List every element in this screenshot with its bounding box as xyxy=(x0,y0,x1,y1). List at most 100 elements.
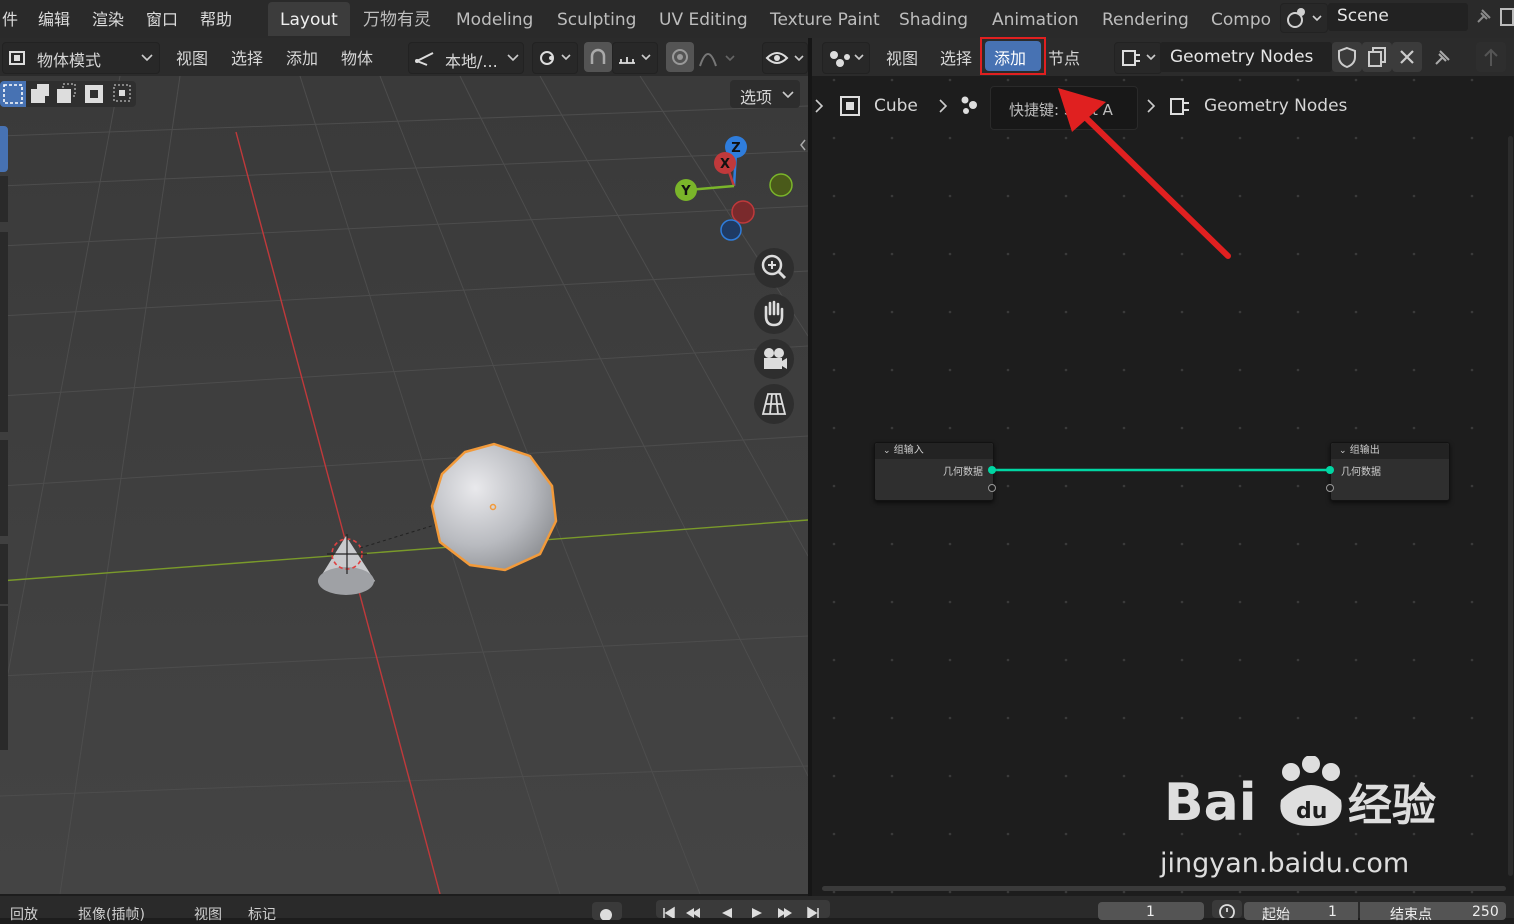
socket-label: 几何数据 xyxy=(1341,467,1381,478)
horizontal-scrollbar[interactable] xyxy=(822,886,1506,891)
select-new-icon xyxy=(3,84,23,104)
keying-menu[interactable]: 抠像(插帧) xyxy=(78,904,145,924)
fake-user-button[interactable] xyxy=(1332,42,1362,72)
tab-animation[interactable]: Animation xyxy=(980,2,1091,36)
snap-target-dropdown[interactable] xyxy=(612,42,658,74)
duplicate-button[interactable] xyxy=(1362,42,1392,72)
timeline-header: 回放 抠像(插帧) 视图 标记 1 起始 1 结束点 250 xyxy=(0,896,1514,923)
svg-text:经验: 经验 xyxy=(1348,780,1436,831)
node-title: 组输出 xyxy=(1349,445,1380,456)
select-new-button[interactable] xyxy=(0,81,26,107)
navigation-gizmo[interactable]: Z X Y xyxy=(668,132,798,244)
toolbar-slot[interactable] xyxy=(0,232,8,432)
collapse-chevron-icon[interactable]: ⌄ xyxy=(1339,446,1347,456)
node-editor[interactable]: Cube 快捷键: Shift A Geometry Nodes ⌄ 组输入 几… xyxy=(812,76,1514,894)
playback-controls[interactable] xyxy=(656,900,830,920)
options-dropdown[interactable]: 选项 xyxy=(730,80,800,108)
scene-name-field[interactable]: Scene xyxy=(1328,3,1468,31)
visibility-dropdown[interactable] xyxy=(762,42,808,74)
snap-toggle[interactable] xyxy=(584,42,612,72)
viewport-menu-view[interactable]: 视图 xyxy=(176,45,208,69)
node-menu-view[interactable]: 视图 xyxy=(886,45,918,69)
playback-menu[interactable]: 回放 xyxy=(10,904,38,924)
tab-texture-paint[interactable]: Texture Paint xyxy=(758,2,892,36)
timeline-view-menu[interactable]: 视图 xyxy=(194,904,222,924)
proportional-edit-icon xyxy=(672,49,688,65)
geometry-output-socket[interactable] xyxy=(988,466,996,474)
zoom-icon xyxy=(761,254,787,280)
unlink-button[interactable] xyxy=(1392,42,1422,72)
eye-icon xyxy=(765,52,804,64)
current-frame-field[interactable]: 1 xyxy=(1098,902,1204,920)
empty-input-socket[interactable] xyxy=(1326,484,1334,492)
falloff-curve-icon[interactable] xyxy=(698,48,740,68)
tab-wanwu[interactable]: 万物有灵 xyxy=(351,2,443,36)
empty-output-socket[interactable] xyxy=(988,484,996,492)
editor-type-dropdown[interactable] xyxy=(822,42,870,74)
auto-keying-toggle[interactable] xyxy=(592,902,622,921)
start-frame-field[interactable]: 起始 1 xyxy=(1244,902,1358,923)
pivot-point-dropdown[interactable] xyxy=(532,42,578,74)
gizmo-y-label: Y xyxy=(680,184,691,199)
viewport-menu-object[interactable]: 物体 xyxy=(341,45,373,69)
new-scene-icon[interactable] xyxy=(1498,6,1514,28)
watermark-url: jingyan.baidu.com xyxy=(1160,848,1410,879)
viewport-menu-select[interactable]: 选择 xyxy=(231,45,263,69)
pan-button[interactable] xyxy=(754,294,794,334)
sidebar-toggle-icon[interactable] xyxy=(798,138,808,152)
pin-icon[interactable] xyxy=(1472,6,1494,28)
node-tree-name-field[interactable]: Geometry Nodes xyxy=(1160,42,1332,72)
node-header[interactable]: ⌄ 组输入 xyxy=(875,443,993,459)
group-output-node[interactable]: ⌄ 组输出 几何数据 xyxy=(1330,442,1450,501)
tab-layout[interactable]: Layout xyxy=(268,2,350,36)
scene-selector-button[interactable] xyxy=(1280,3,1328,33)
toolbar-tab[interactable] xyxy=(0,126,8,172)
marker-menu[interactable]: 标记 xyxy=(248,904,276,924)
node-menu-select[interactable]: 选择 xyxy=(940,45,972,69)
menu-window[interactable]: 窗口 xyxy=(146,6,178,30)
perspective-toggle-button[interactable] xyxy=(754,384,794,424)
camera-view-button[interactable] xyxy=(754,339,794,379)
node-tree-name: Geometry Nodes xyxy=(1170,47,1314,67)
tab-rendering[interactable]: Rendering xyxy=(1090,2,1201,36)
pivot-icon xyxy=(540,51,571,65)
select-intersect-icon[interactable] xyxy=(110,81,134,107)
tab-compositing[interactable]: Compo xyxy=(1199,2,1283,36)
select-extend-icon[interactable] xyxy=(28,81,52,107)
toolbar-slot[interactable] xyxy=(0,176,8,222)
menu-file[interactable]: 件 xyxy=(2,6,18,30)
transform-orientation-dropdown[interactable]: 本地/... xyxy=(408,42,524,74)
vertical-scrollbar[interactable] xyxy=(1508,136,1513,876)
collapse-chevron-icon[interactable]: ⌄ xyxy=(883,446,891,456)
toolbar-slot[interactable] xyxy=(0,606,8,750)
baidu-watermark: Bai du 经验 jingyan.baidu.com xyxy=(1156,756,1456,886)
tab-shading[interactable]: Shading xyxy=(887,2,980,36)
camera-icon xyxy=(764,348,787,369)
zoom-button[interactable] xyxy=(754,248,794,288)
node-header[interactable]: ⌄ 组输出 xyxy=(1331,443,1449,459)
end-frame-field[interactable]: 结束点 250 xyxy=(1360,902,1506,923)
menu-render[interactable]: 渲染 xyxy=(92,6,124,30)
menu-edit[interactable]: 编辑 xyxy=(38,6,70,30)
3d-viewport[interactable]: 选项 Z X Y xyxy=(0,76,808,894)
mode-selector[interactable]: 物体模式 xyxy=(2,42,160,74)
menu-help[interactable]: 帮助 xyxy=(200,6,232,30)
tab-modeling[interactable]: Modeling xyxy=(444,2,545,36)
select-invert-icon[interactable] xyxy=(82,81,106,107)
select-subtract-icon[interactable] xyxy=(54,81,78,107)
group-input-node[interactable]: ⌄ 组输入 几何数据 xyxy=(874,442,994,501)
node-menu-add-label: 添加 xyxy=(994,49,1027,68)
parent-node-tree-button[interactable] xyxy=(1476,42,1506,72)
node-menu-node[interactable]: 节点 xyxy=(1048,45,1080,69)
viewport-menu-add[interactable]: 添加 xyxy=(286,45,318,69)
toolbar-slot[interactable] xyxy=(0,440,8,536)
tab-uv-editing[interactable]: UV Editing xyxy=(647,2,760,36)
node-tree-browse-dropdown[interactable] xyxy=(1114,42,1162,74)
geometry-input-socket[interactable] xyxy=(1326,466,1334,474)
pin-icon[interactable] xyxy=(1430,46,1454,70)
proportional-edit-toggle[interactable] xyxy=(666,42,694,72)
preview-range-toggle[interactable] xyxy=(1212,900,1242,920)
toolbar-slot[interactable] xyxy=(0,544,8,604)
node-menu-add[interactable]: 添加 xyxy=(985,41,1041,71)
tab-sculpting[interactable]: Sculpting xyxy=(545,2,648,36)
